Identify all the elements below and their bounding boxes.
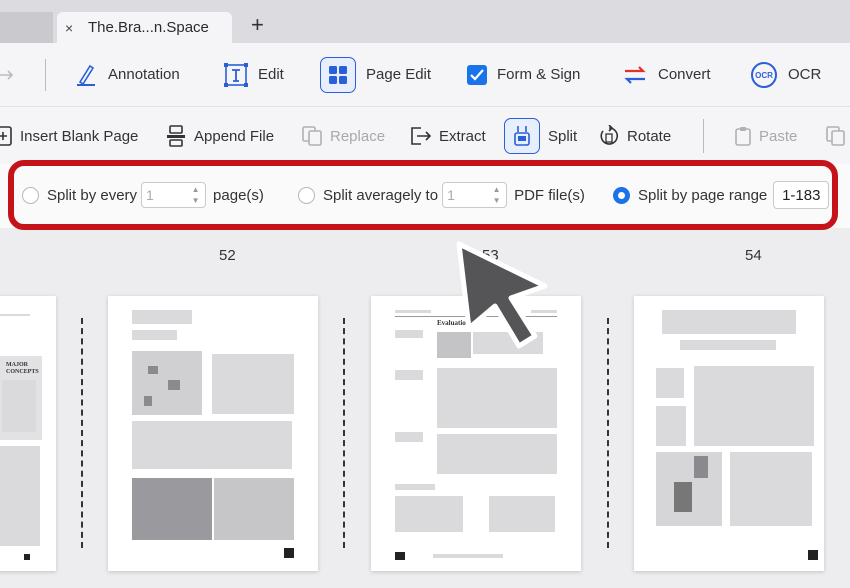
page-edit-label: Page Edit (366, 66, 432, 83)
ocr-button[interactable]: OCR OCR (750, 43, 821, 106)
checkbox-icon (467, 64, 487, 85)
page-edit-button[interactable]: Page Edit (320, 43, 431, 106)
convert-label: Convert (658, 66, 711, 83)
svg-text:OCR: OCR (755, 71, 773, 80)
add-tab-icon[interactable]: + (251, 14, 264, 36)
page-thumbnail-54[interactable] (634, 296, 824, 571)
ocr-label: OCR (788, 66, 822, 83)
copy-button[interactable] (826, 107, 850, 165)
extract-button[interactable]: Extract (409, 107, 486, 165)
split-label: Split (548, 127, 578, 145)
annotation-button[interactable]: Annotation (74, 43, 180, 106)
page-separator (343, 318, 345, 548)
tab-bar: × The.Bra...n.Space + (0, 0, 850, 43)
edit-button[interactable]: Edit (224, 43, 284, 106)
toolbar-divider (703, 119, 704, 153)
tab-title: The.Bra...n.Space (88, 19, 209, 36)
arrow-icon (0, 68, 14, 82)
back-button[interactable] (0, 43, 24, 106)
annotation-label: Annotation (108, 66, 180, 83)
split-button[interactable]: Split (504, 107, 577, 165)
paste-icon (735, 126, 751, 146)
extract-icon (409, 126, 431, 146)
paste-button[interactable]: Paste (735, 107, 797, 165)
extract-label: Extract (439, 127, 486, 145)
split-icon (504, 118, 540, 154)
form-sign-label: Form & Sign (497, 66, 581, 83)
tab-document[interactable]: × The.Bra...n.Space (57, 12, 232, 43)
page-51-heading: MAJOR CONCEPTS (6, 362, 39, 375)
rotate-icon (599, 125, 619, 147)
page-thumbnail-51[interactable]: MAJOR CONCEPTS (0, 296, 56, 571)
replace-label: Replace (330, 127, 386, 145)
insert-blank-label: Insert Blank Page (20, 127, 139, 145)
insert-page-icon (0, 126, 12, 146)
replace-icon (302, 126, 322, 146)
rotate-label: Rotate (627, 127, 672, 145)
highlight-frame (8, 160, 838, 230)
copy-icon (826, 126, 846, 146)
edit-label: Edit (258, 66, 284, 83)
page-thumbnail-52[interactable] (108, 296, 318, 571)
page-number-54: 54 (745, 247, 762, 264)
form-sign-button[interactable]: Form & Sign (467, 43, 580, 106)
annotation-pen-icon (74, 63, 98, 87)
close-icon[interactable]: × (65, 21, 79, 35)
page-separator (81, 318, 83, 548)
convert-button[interactable]: Convert (622, 43, 711, 106)
rotate-button[interactable]: Rotate (599, 107, 671, 165)
page-number-52: 52 (219, 247, 236, 264)
convert-arrows-icon (622, 63, 648, 87)
page-edit-grid-icon (320, 56, 356, 93)
paste-label: Paste (759, 127, 798, 145)
main-toolbar: Annotation Edit Page Edit Form & Sign Co… (0, 43, 850, 106)
append-file-icon (166, 125, 186, 147)
replace-button[interactable]: Replace (302, 107, 385, 165)
page-tools-toolbar: Insert Blank Page Append File Replace Ex… (0, 106, 850, 164)
mouse-cursor-icon (455, 240, 555, 355)
toolbar-divider (45, 59, 46, 91)
ocr-icon: OCR (750, 61, 778, 89)
page-separator (607, 318, 609, 548)
insert-blank-page-button[interactable]: Insert Blank Page (0, 107, 138, 165)
tab-previous[interactable] (0, 12, 53, 43)
append-file-button[interactable]: Append File (166, 107, 274, 165)
append-file-label: Append File (194, 127, 275, 145)
edit-text-icon (224, 62, 248, 87)
